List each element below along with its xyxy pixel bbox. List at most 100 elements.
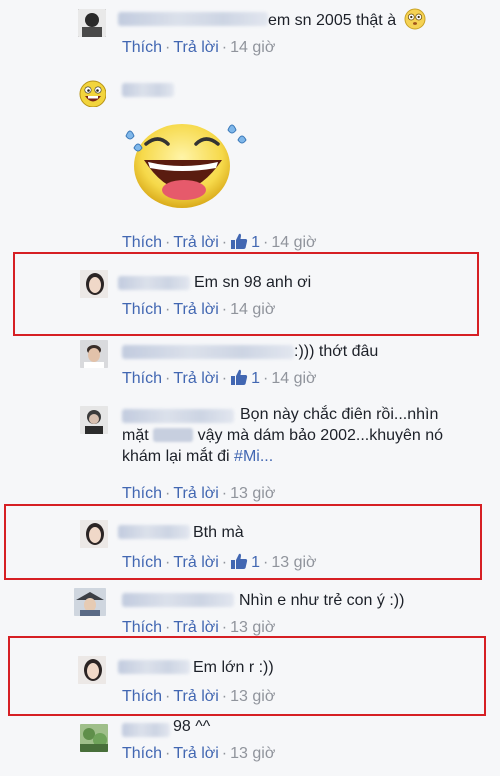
like-link[interactable]: Thích xyxy=(122,39,162,56)
avatar-photo xyxy=(74,588,106,616)
timestamp[interactable]: 13 giờ xyxy=(230,485,275,502)
like-count-number: 1 xyxy=(251,554,261,571)
timestamp[interactable]: 14 giờ xyxy=(271,370,316,387)
avatar-photo xyxy=(80,340,108,368)
comment-text: Bọn này chắc điên rồi...nhìn mặt vậy mà … xyxy=(122,404,462,467)
avatar[interactable] xyxy=(80,270,108,298)
timestamp[interactable]: 14 giờ xyxy=(230,301,275,318)
like-link[interactable]: Thích xyxy=(122,554,162,571)
separator: · xyxy=(221,370,228,387)
timestamp[interactable]: 13 giờ xyxy=(230,619,275,636)
separator: · xyxy=(221,301,228,318)
comment-3: Em sn 98 anh ơi Thích · Trả lời · 14 giờ xyxy=(0,258,500,336)
separator: · xyxy=(221,234,228,251)
avatar[interactable] xyxy=(80,520,108,548)
hashtag-link[interactable]: #Mi... xyxy=(234,448,273,465)
like-link[interactable]: Thích xyxy=(122,234,162,251)
blurred-mention xyxy=(153,428,194,442)
comment-5: Bọn này chắc điên rồi...nhìn mặt vậy mà … xyxy=(0,400,500,508)
reply-link[interactable]: Trả lời xyxy=(173,234,218,251)
separator: · xyxy=(165,485,171,502)
like-link[interactable]: Thích xyxy=(122,370,162,387)
separator: · xyxy=(165,234,171,251)
separator: · xyxy=(165,370,171,387)
commenter-name-blurred[interactable] xyxy=(118,660,190,674)
comment-text: Bth mà xyxy=(193,524,244,541)
reply-link[interactable]: Trả lời xyxy=(173,688,218,705)
avatar-photo xyxy=(80,520,108,548)
like-link[interactable]: Thích xyxy=(122,301,162,318)
separator: · xyxy=(221,39,228,56)
avatar-photo xyxy=(80,724,108,752)
commenter-name-blurred[interactable] xyxy=(122,345,294,359)
timestamp[interactable]: 13 giờ xyxy=(230,688,275,705)
reply-link[interactable]: Trả lời xyxy=(173,301,218,318)
separator: · xyxy=(165,554,171,571)
separator: · xyxy=(165,745,171,762)
separator: · xyxy=(263,554,269,571)
timestamp[interactable]: 13 giờ xyxy=(230,745,275,762)
separator: · xyxy=(221,619,228,636)
comment-actions: Thích · Trả lời · 13 giờ xyxy=(122,484,275,504)
avatar[interactable] xyxy=(80,340,108,368)
comment-text: Nhìn e như trẻ con ý :)) xyxy=(239,592,405,609)
avatar-photo xyxy=(80,406,108,434)
timestamp[interactable]: 13 giờ xyxy=(271,554,316,571)
reply-link[interactable]: Trả lời xyxy=(173,745,218,762)
thumbs-up-icon xyxy=(231,553,248,569)
avatar[interactable] xyxy=(80,724,108,752)
comment-6: Bth mà Thích · Trả lời · 1 · 13 giờ xyxy=(0,508,500,580)
comment-actions: Thích · Trả lời · 14 giờ xyxy=(122,300,275,320)
avatar[interactable] xyxy=(78,79,106,107)
comment-8: Em lớn r :)) Thích · Trả lời · 13 giờ xyxy=(0,640,500,716)
commenter-name-blurred[interactable] xyxy=(118,525,190,539)
reply-link[interactable]: Trả lời xyxy=(173,370,218,387)
timestamp[interactable]: 14 giờ xyxy=(271,234,316,251)
commenter-name-blurred[interactable] xyxy=(118,276,190,290)
commenter-name-blurred[interactable] xyxy=(122,83,174,97)
like-link[interactable]: Thích xyxy=(122,619,162,636)
separator: · xyxy=(165,39,171,56)
comment-text: 98 ^^ xyxy=(173,718,211,735)
avatar[interactable] xyxy=(74,588,106,616)
avatar-photo xyxy=(78,656,106,684)
like-count[interactable]: 1 xyxy=(230,369,261,387)
like-count[interactable]: 1 xyxy=(230,553,261,571)
reply-link[interactable]: Trả lời xyxy=(173,554,218,571)
comment-text: em sn 2005 thật à xyxy=(268,8,426,36)
avatar[interactable] xyxy=(80,406,108,434)
thumbs-up-icon xyxy=(231,233,248,249)
separator: · xyxy=(165,301,171,318)
comment-body: em sn 2005 thật à xyxy=(268,12,397,29)
timestamp[interactable]: 14 giờ xyxy=(230,39,275,56)
separator: · xyxy=(165,688,171,705)
comment-9: 98 ^^ Thích · Trả lời · 13 giờ xyxy=(0,716,500,776)
comment-1: em sn 2005 thật à Thích · Trả lời · 14 giờ xyxy=(0,0,500,62)
like-link[interactable]: Thích xyxy=(122,688,162,705)
thumbs-up-icon xyxy=(231,369,248,385)
comment-4: :))) thớt đâu Thích · Trả lời · 1 · 14 giờ xyxy=(0,336,500,394)
comment-text: Em sn 98 anh ơi xyxy=(194,274,312,291)
like-link[interactable]: Thích xyxy=(122,485,162,502)
like-count-number: 1 xyxy=(251,370,261,387)
comment-2: Thích · Trả lời · 1 · 14 giờ xyxy=(0,66,500,256)
separator: · xyxy=(221,554,228,571)
flushed-emoji-icon xyxy=(404,8,426,36)
separator: · xyxy=(221,745,228,762)
like-count-number: 1 xyxy=(251,234,261,251)
reply-link[interactable]: Trả lời xyxy=(173,619,218,636)
like-count[interactable]: 1 xyxy=(230,233,261,251)
comment-actions: Thích · Trả lời · 1 · 14 giờ xyxy=(122,368,317,389)
commenter-name-blurred[interactable] xyxy=(122,723,170,737)
avatar[interactable] xyxy=(78,9,106,37)
separator: · xyxy=(165,619,171,636)
reply-link[interactable]: Trả lời xyxy=(173,485,218,502)
separator: · xyxy=(263,370,269,387)
separator: · xyxy=(263,234,269,251)
commenter-name-blurred[interactable] xyxy=(118,12,268,26)
like-link[interactable]: Thích xyxy=(122,745,162,762)
laughing-sticker xyxy=(120,114,250,219)
reply-link[interactable]: Trả lời xyxy=(173,39,218,56)
avatar[interactable] xyxy=(78,656,106,684)
commenter-name-blurred[interactable] xyxy=(122,593,234,607)
